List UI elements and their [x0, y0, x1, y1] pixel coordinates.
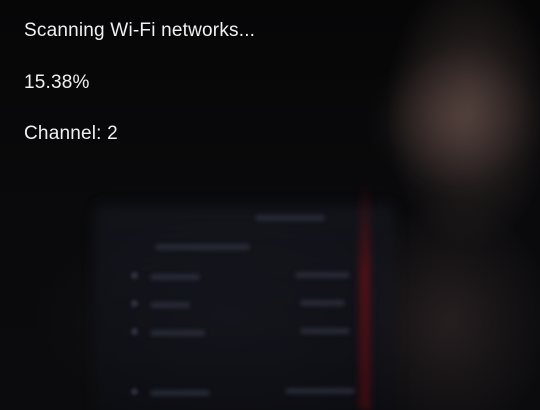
scan-progress-percent: 15.38%: [24, 72, 90, 93]
background-line: [255, 215, 325, 221]
background-line: [150, 302, 190, 308]
background-line: [150, 274, 200, 280]
scan-status-text: Scanning Wi-Fi networks...: [24, 20, 256, 41]
background-line: [150, 330, 205, 336]
background-line: [150, 390, 210, 396]
background-hand-blur: [327, 27, 540, 243]
scan-channel: Channel: 2: [24, 123, 118, 145]
background-line: [285, 388, 355, 394]
background-device-blur: [95, 205, 395, 410]
background-dot: [131, 300, 138, 307]
background-line: [295, 272, 350, 278]
background-dot: [131, 388, 138, 395]
channel-value: 2: [107, 123, 118, 144]
background-line: [155, 244, 250, 250]
channel-label: Channel:: [24, 123, 102, 144]
background-dot: [131, 272, 138, 279]
scan-screen: Scanning Wi-Fi networks... 15.38% Channe…: [0, 0, 540, 410]
background-dot: [131, 328, 138, 335]
background-line: [300, 300, 345, 306]
background-line: [300, 328, 350, 334]
